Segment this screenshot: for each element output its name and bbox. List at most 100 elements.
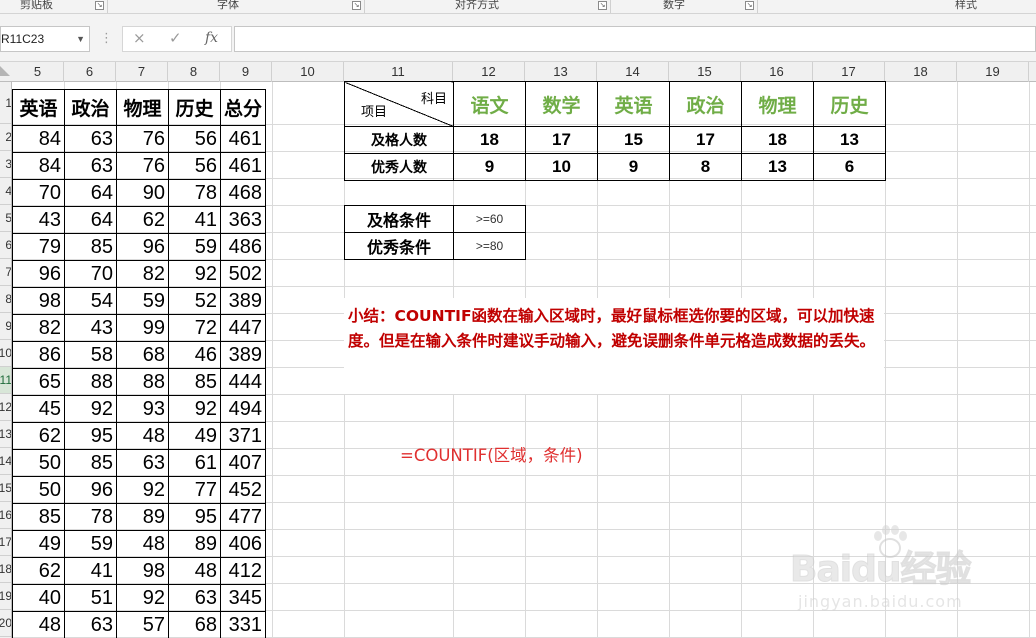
column-header[interactable]: 14 [597,62,669,82]
score-cell[interactable]: 48 [12,611,65,638]
row-header[interactable]: 13 [0,421,11,448]
header-physics[interactable]: 物理 [116,89,169,126]
score-cell[interactable]: 54 [64,287,117,315]
score-cell[interactable]: 40 [12,584,65,612]
score-cell[interactable]: 82 [116,260,169,288]
subject-math[interactable]: 数学 [525,81,598,127]
score-cell[interactable]: 477 [220,503,266,531]
score-cell[interactable]: 64 [64,179,117,207]
score-cell[interactable]: 65 [12,368,65,396]
row-header[interactable]: 18 [0,556,11,583]
column-header[interactable]: 5 [12,62,64,82]
score-cell[interactable]: 59 [64,530,117,558]
column-header[interactable]: 18 [885,62,957,82]
score-cell[interactable]: 86 [12,341,65,369]
more-options-icon[interactable]: ⋮ [100,31,113,46]
score-cell[interactable]: 412 [220,557,266,585]
column-header[interactable]: 17 [813,62,885,82]
score-cell[interactable]: 76 [116,152,169,180]
score-cell[interactable]: 48 [116,530,169,558]
excellent-count-cell[interactable]: 8 [669,153,742,181]
score-cell[interactable]: 96 [116,233,169,261]
row-header[interactable]: 9 [0,313,11,340]
score-cell[interactable]: 92 [168,395,221,423]
score-cell[interactable]: 49 [12,530,65,558]
row-header[interactable]: 17 [0,529,11,556]
score-cell[interactable]: 50 [12,476,65,504]
score-cell[interactable]: 63 [116,449,169,477]
row-header[interactable]: 1 [0,82,11,124]
column-header[interactable]: 19 [957,62,1029,82]
header-total[interactable]: 总分 [220,89,266,126]
formula-input[interactable] [234,26,1036,52]
pass-count-cell[interactable]: 17 [669,126,742,154]
score-cell[interactable]: 78 [168,179,221,207]
score-cell[interactable]: 461 [220,152,266,180]
row-header[interactable]: 15 [0,475,11,502]
header-english[interactable]: 英语 [12,89,65,126]
score-cell[interactable]: 85 [64,449,117,477]
row-header[interactable]: 10 [0,340,11,367]
score-cell[interactable]: 70 [12,179,65,207]
subject-english[interactable]: 英语 [597,81,670,127]
excellent-count-cell[interactable]: 9 [453,153,526,181]
score-cell[interactable]: 98 [116,557,169,585]
score-cell[interactable]: 494 [220,395,266,423]
score-cell[interactable]: 88 [64,368,117,396]
column-header[interactable]: 12 [453,62,525,82]
score-cell[interactable]: 70 [64,260,117,288]
row-header[interactable]: 6 [0,232,11,259]
score-cell[interactable]: 58 [64,341,117,369]
score-cell[interactable]: 59 [116,287,169,315]
score-cell[interactable]: 486 [220,233,266,261]
row-header[interactable]: 16 [0,502,11,529]
pass-count-cell[interactable]: 17 [525,126,598,154]
score-cell[interactable]: 64 [64,206,117,234]
score-cell[interactable]: 98 [12,287,65,315]
score-cell[interactable]: 99 [116,314,169,342]
score-cell[interactable]: 331 [220,611,266,638]
excellent-count-cell[interactable]: 6 [813,153,886,181]
column-header[interactable]: 9 [220,62,272,82]
excellent-count-cell[interactable]: 10 [525,153,598,181]
clipboard-launcher-icon[interactable]: ↘ [95,1,104,10]
score-cell[interactable]: 96 [12,260,65,288]
score-cell[interactable]: 452 [220,476,266,504]
subject-physics[interactable]: 物理 [741,81,814,127]
score-cell[interactable]: 84 [12,152,65,180]
score-cell[interactable]: 63 [168,584,221,612]
score-cell[interactable]: 95 [168,503,221,531]
score-cell[interactable]: 447 [220,314,266,342]
score-cell[interactable]: 41 [64,557,117,585]
score-cell[interactable]: 406 [220,530,266,558]
column-header[interactable]: 10 [272,62,344,82]
score-cell[interactable]: 363 [220,206,266,234]
score-cell[interactable]: 88 [116,368,169,396]
pass-count-cell[interactable]: 15 [597,126,670,154]
pass-count-cell[interactable]: 18 [453,126,526,154]
subject-chinese[interactable]: 语文 [453,81,526,127]
score-cell[interactable]: 84 [12,125,65,153]
score-cell[interactable]: 77 [168,476,221,504]
score-cell[interactable]: 48 [168,557,221,585]
score-cell[interactable]: 92 [168,260,221,288]
score-cell[interactable]: 68 [116,341,169,369]
excellent-count-cell[interactable]: 9 [597,153,670,181]
header-politics[interactable]: 政治 [64,89,117,126]
score-cell[interactable]: 46 [168,341,221,369]
column-header[interactable]: 15 [669,62,741,82]
score-cell[interactable]: 56 [168,152,221,180]
select-all-corner[interactable] [0,66,10,76]
score-cell[interactable]: 52 [168,287,221,315]
score-cell[interactable]: 371 [220,422,266,450]
enter-icon[interactable]: ✓ [169,29,182,47]
score-cell[interactable]: 63 [64,152,117,180]
score-cell[interactable]: 48 [116,422,169,450]
score-cell[interactable]: 76 [116,125,169,153]
score-cell[interactable]: 502 [220,260,266,288]
score-cell[interactable]: 92 [64,395,117,423]
subject-history[interactable]: 历史 [813,81,886,127]
excellent-count-label[interactable]: 优秀人数 [344,153,454,181]
score-cell[interactable]: 89 [116,503,169,531]
score-cell[interactable]: 51 [64,584,117,612]
